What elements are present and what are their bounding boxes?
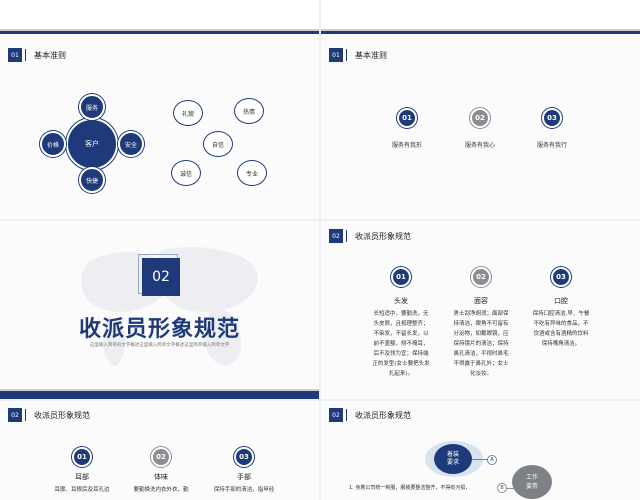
header-divider xyxy=(25,409,26,421)
marker-a: A xyxy=(487,455,497,465)
item-line: 保持嘴角清洁。 xyxy=(541,341,581,347)
bubble-posture-line-2: 姿势 xyxy=(525,483,538,490)
item-label-1: 服务有我形 xyxy=(391,142,422,149)
item-line: 正的发型(女士要把头发 xyxy=(372,361,430,367)
item-number-3: 03 xyxy=(542,108,562,128)
header-divider xyxy=(25,49,26,61)
section-number: 01 xyxy=(8,48,22,62)
item-number-1: 01 xyxy=(391,267,411,287)
section-number: 02 xyxy=(8,408,22,422)
item-column-2: 体味 要勤换洗内衣外衣，勤 xyxy=(121,471,201,495)
header-divider xyxy=(346,49,347,61)
item-line: 持清洁，眼角不可留有 xyxy=(453,321,509,327)
outline-circle-2: 热情 xyxy=(234,98,264,124)
section-title: 收派员形象规范 xyxy=(34,410,90,420)
item-line: 男士刮净胡须；面部保 xyxy=(453,311,509,317)
satellite-bottom: 快捷 xyxy=(79,167,105,193)
item-line: 后不及领为宜；保持端 xyxy=(373,351,429,357)
item-line: 不吃有异味的食品，不 xyxy=(533,321,589,327)
item-line: 饮酒或含有酒精的饮料 xyxy=(533,331,589,337)
item-line: 要勤换洗内衣外衣，勤 xyxy=(133,487,189,493)
world-map-decoration xyxy=(81,247,258,366)
item-line: 保持手部的清洁，指甲经 xyxy=(213,487,275,493)
slide-5[interactable]: 02 收派员形象规范 01 02 03 耳部 耳廓、耳根后及耳孔边 体味 要勤换… xyxy=(0,401,319,500)
item-line: 耳廓、耳根后及耳孔边 xyxy=(54,487,110,493)
item-line: 长短适中，要勤洗，无 xyxy=(373,311,429,317)
section-number: 01 xyxy=(329,48,343,62)
item-column-2: 面容 男士刮净胡须；面部保 持清洁，眼角不可留有 分泌物，如戴眼镜，应 保持镜片… xyxy=(441,295,521,379)
item-head-1: 头发 xyxy=(394,297,408,305)
header-divider xyxy=(346,230,347,242)
satellite-top: 服务 xyxy=(79,94,105,120)
top-band xyxy=(321,0,640,34)
item-label-2: 服务有我心 xyxy=(464,142,495,149)
bubble-posture-line-1: 工作 xyxy=(525,474,538,481)
item-column-1: 耳部 耳廓、耳根后及耳孔边 xyxy=(42,471,122,495)
item-number-2: 02 xyxy=(470,108,490,128)
top-band xyxy=(0,0,319,34)
satellite-left: 价格 xyxy=(40,131,66,157)
slide-2[interactable]: 01 基本准则 01 02 03 服务有我形 服务有我心 服务有我行 xyxy=(321,0,640,219)
item-number-2: 02 xyxy=(471,267,491,287)
item-line: 鼻孔清洁，平视时鼻毛 xyxy=(453,351,509,357)
item-number-3: 03 xyxy=(551,267,571,287)
section-title: 收派员形象规范 xyxy=(355,231,411,241)
item-line: 不染发，不留长发，以 xyxy=(373,331,429,337)
item-head-3: 手部 xyxy=(237,473,251,481)
item-line: 扎起来)。 xyxy=(388,371,414,377)
section-number-large: 02 xyxy=(142,258,180,296)
bubble-attire-line-2: 要求 xyxy=(446,459,459,466)
section-title: 收派员形象规范 xyxy=(355,410,411,420)
item-number-1: 01 xyxy=(397,108,417,128)
center-circle: 客户 xyxy=(66,118,118,170)
section-header: 01 基本准则 xyxy=(329,48,589,62)
outline-circle-5: 专业 xyxy=(237,160,267,186)
item-line: 不得露于鼻孔外；女士 xyxy=(453,361,509,367)
bubble-attire-line-1: 着装 xyxy=(446,451,459,458)
connector-a xyxy=(472,459,488,460)
item-line: 化淡妆。 xyxy=(469,371,492,377)
item-head-2: 体味 xyxy=(154,473,168,481)
outline-circle-4: 诚信 xyxy=(171,160,201,186)
item-line: 保持镜片的清洁；保持 xyxy=(453,341,509,347)
item-head-1: 耳部 xyxy=(75,473,89,481)
section-header: 01 基本准则 xyxy=(8,48,268,62)
item-number-1: 01 xyxy=(72,447,92,467)
section-title-large: 收派员形象规范 xyxy=(78,317,240,342)
section-title: 基本准则 xyxy=(355,50,387,60)
bubble-attire: 着装 要求 xyxy=(434,444,472,474)
slide-1[interactable]: 01 基本准则 客户 服务 价格 安全 快捷 礼貌 热情 自信 诚信 专业 xyxy=(0,0,319,219)
item-line: 前不盖额，侧不掩耳， xyxy=(373,341,429,347)
bottom-band xyxy=(0,391,319,399)
section-number: 02 xyxy=(329,229,343,243)
section-number: 02 xyxy=(329,408,343,422)
rule-line-1: 1. 身着公司统一制服，服装要整洁整齐，不得有污损， xyxy=(349,485,471,491)
item-column-1: 头发 长短适中，要勤洗，无 头皮屑，且梳理整齐； 不染发，不留长发，以 前不盖额… xyxy=(361,295,441,379)
section-header: 02 收派员形象规范 xyxy=(329,229,589,243)
item-line: 分泌物，如戴眼镜，应 xyxy=(453,331,509,337)
item-number-2: 02 xyxy=(151,447,171,467)
bottom-band-gray xyxy=(0,389,319,391)
item-number-3: 03 xyxy=(234,447,254,467)
slide-6[interactable]: 02 收派员形象规范 着装 要求 A B 工作 姿势 1. 身着公司统一制服，服… xyxy=(321,401,640,500)
slide-3[interactable]: 02 收派员形象规范 这里输入简单的文字概述这里输入简单文字概述这里简单输入简单… xyxy=(0,221,319,399)
bubble-posture: 工作 姿势 xyxy=(512,465,552,499)
item-line: 头皮屑，且梳理整齐； xyxy=(373,321,429,327)
item-head-3: 口腔 xyxy=(554,297,568,305)
outline-circle-1: 礼貌 xyxy=(173,100,203,126)
section-header: 02 收派员形象规范 xyxy=(329,408,589,422)
slide-4[interactable]: 02 收派员形象规范 01 02 03 头发 长短适中，要勤洗，无 头皮屑，且梳… xyxy=(321,221,640,399)
item-label-3: 服务有我行 xyxy=(536,142,567,149)
outline-circle-3: 自信 xyxy=(203,131,233,157)
section-subtitle: 这里输入简单的文字概述这里输入简单文字概述这里简单输入简单文字 xyxy=(89,343,230,348)
section-title: 基本准则 xyxy=(34,50,66,60)
item-head-2: 面容 xyxy=(474,297,488,305)
header-divider xyxy=(346,409,347,421)
item-column-3: 手部 保持手部的清洁，指甲经 xyxy=(204,471,284,495)
item-line: 保持口腔清洁,早、午餐 xyxy=(532,311,590,317)
item-column-3: 口腔 保持口腔清洁,早、午餐 不吃有异味的食品，不 饮酒或含有酒精的饮料 保持嘴… xyxy=(519,295,603,349)
satellite-right: 安全 xyxy=(118,131,144,157)
section-header: 02 收派员形象规范 xyxy=(8,408,268,422)
